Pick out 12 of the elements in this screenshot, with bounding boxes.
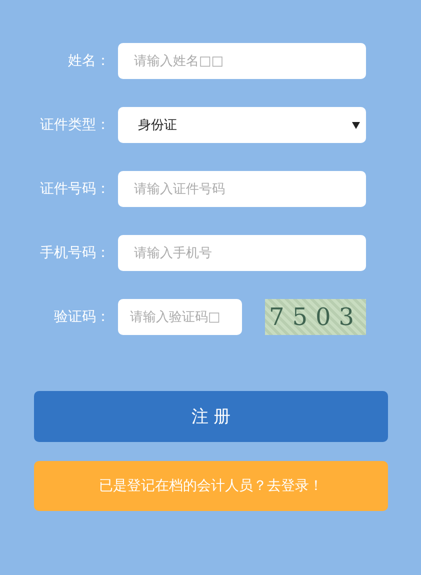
field-label: 手机号码：	[39, 244, 110, 262]
input-field[interactable]: 请输入手机号	[118, 235, 366, 271]
caret-icon	[352, 122, 360, 128]
select-field[interactable]: 身份证	[118, 107, 366, 143]
field-label: 姓名：	[67, 52, 110, 70]
register-button[interactable]: 注 册	[34, 391, 388, 442]
field-label: 证件号码：	[39, 180, 110, 198]
field-label: 证件类型：	[39, 116, 110, 134]
input-field[interactable]: 请输入证件号码	[118, 171, 366, 207]
input-field[interactable]: 请输入姓名□□	[118, 43, 366, 79]
field-label: 验证码：	[53, 308, 110, 326]
input-field[interactable]: 请输入验证码□	[118, 299, 242, 335]
